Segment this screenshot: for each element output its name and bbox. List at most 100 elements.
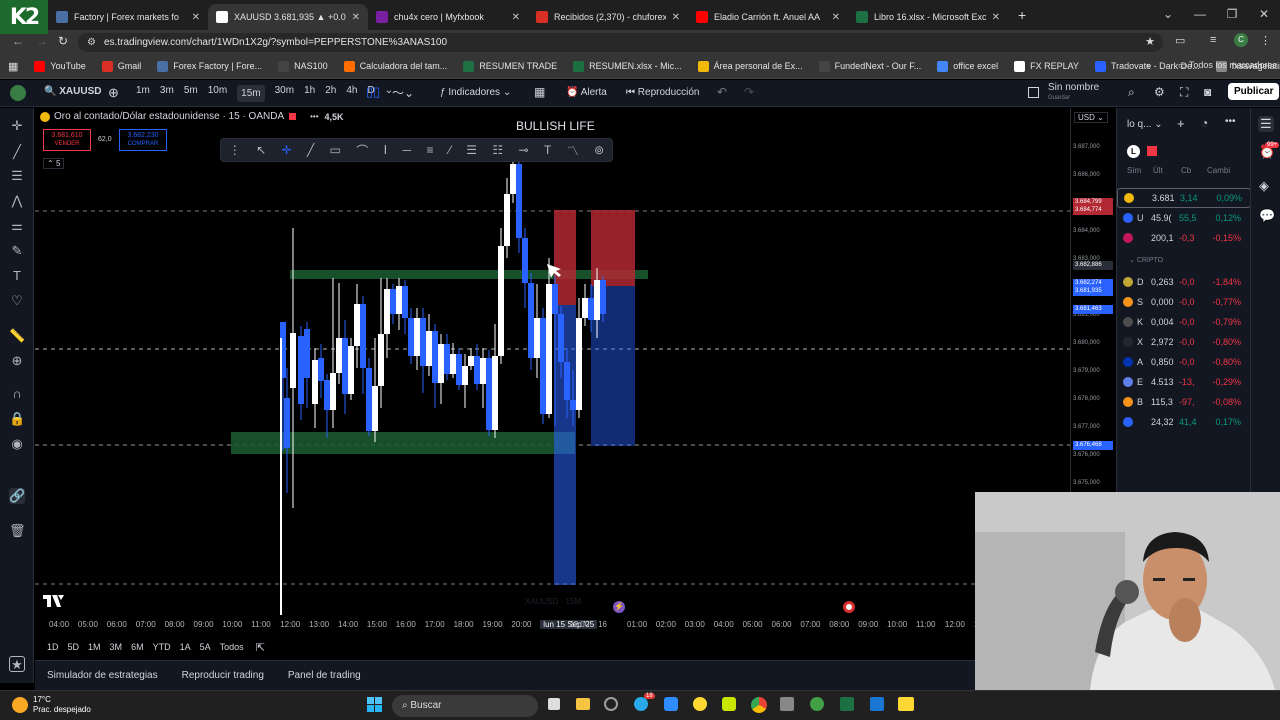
watchlist-column-header[interactable]: Cambi: [1203, 166, 1243, 175]
app-icon-folder[interactable]: [898, 697, 914, 711]
chrome-icon[interactable]: [751, 697, 767, 713]
line-icon[interactable]: ╱: [307, 143, 314, 157]
range-6M[interactable]: 6M: [131, 642, 144, 652]
browser-tab[interactable]: Factory | Forex markets fo ✕: [48, 4, 208, 30]
range-1D[interactable]: 1D: [47, 642, 59, 652]
legend-more-icon[interactable]: •••: [310, 112, 318, 121]
tab-close-icon[interactable]: ✕: [832, 12, 840, 23]
pattern-icon[interactable]: ⋀: [9, 193, 25, 209]
watchlist-row[interactable]: 3.681 3,14 0,09%: [1117, 188, 1251, 208]
browser-tab[interactable]: Eladio Carrión ft. Anuel AA ✕: [688, 4, 848, 30]
compare-symbol-button[interactable]: ⊕: [108, 85, 119, 101]
quick-search-icon[interactable]: ⌕: [1128, 85, 1135, 100]
text-icon[interactable]: Ⅰ: [384, 143, 388, 157]
alert-button[interactable]: ⏰ Alerta: [566, 87, 607, 98]
chat-icon[interactable]: 💬: [1259, 208, 1275, 224]
watchlist-row[interactable]: 24,32 41,4 0,17%: [1117, 412, 1251, 432]
symbol-search[interactable]: 🔍 XAUUSD: [44, 86, 101, 97]
text-tool-icon[interactable]: T: [9, 268, 25, 284]
lock-icon[interactable]: 🔒: [9, 411, 25, 427]
browser-tab[interactable]: chu4x cero | Myfxbook ✕: [368, 4, 528, 30]
time-axis[interactable]: 04:00 05:00 06:00 07:00 08:00 09:00 10:00 11:00…: [35, 615, 983, 635]
site-info-icon[interactable]: ⚙: [87, 33, 96, 52]
watchlist-more-icon[interactable]: •••: [1225, 116, 1236, 127]
watchlist-row[interactable]: A 0,850 -0,0 -0,80%: [1117, 352, 1251, 372]
bookmark-item[interactable]: RESUMEN TRADE: [463, 60, 557, 72]
url-input[interactable]: ⚙ es.tradingview.com/chart/1WDn1X2g/?sym…: [78, 33, 1163, 52]
watchlist-row[interactable]: S 0,000 -0,0 -0,77%: [1117, 292, 1251, 312]
bookmark-item[interactable]: YouTube: [34, 60, 86, 72]
new-tab-button[interactable]: +: [1018, 7, 1026, 23]
eye-icon[interactable]: ◉: [9, 436, 25, 452]
interval-1m[interactable]: 1m: [136, 85, 150, 102]
menu-icon[interactable]: ⋮: [1260, 34, 1271, 47]
watchlist-row[interactable]: E 4.513 -13, -0,29%: [1117, 372, 1251, 392]
app-icon-yellow[interactable]: [693, 697, 707, 711]
brush-tool-icon[interactable]: ⁄: [449, 143, 451, 157]
task-view-icon[interactable]: [548, 698, 560, 710]
cast-icon[interactable]: ▭: [1175, 34, 1185, 47]
favorites-star-icon[interactable]: ★: [9, 656, 25, 672]
xbox-icon[interactable]: [810, 697, 824, 711]
redo-icon[interactable]: ↷: [744, 85, 754, 99]
bookmark-item[interactable]: office excel: [937, 60, 998, 72]
chevron-down-icon[interactable]: ⌄: [1152, 0, 1184, 30]
zoom-icon[interactable]: ⊕: [9, 353, 25, 369]
bookmark-item[interactable]: RESUMEN.xlsx - Mic...: [573, 60, 682, 72]
range-5D[interactable]: 5D: [68, 642, 80, 652]
brush-icon[interactable]: ✎: [9, 243, 25, 259]
rectangle-icon[interactable]: ▭: [330, 143, 341, 157]
watchlist-row[interactable]: 200,1 -0,3 -0,15%: [1117, 228, 1251, 248]
tab-close-icon[interactable]: ✕: [192, 12, 200, 23]
chart-type-icon[interactable]: 〜⌄: [392, 84, 414, 101]
watchlist-column-header[interactable]: Últ: [1149, 166, 1177, 175]
replay-button[interactable]: ⏮ Reproducción: [626, 87, 700, 98]
bookmark-item[interactable]: Gmail: [101, 60, 141, 72]
interval-30m[interactable]: 30m: [275, 85, 294, 102]
watchlist-column-header[interactable]: Sím: [1117, 166, 1149, 175]
bookmark-star-icon[interactable]: ★: [1145, 33, 1155, 52]
browser-tab[interactable]: XAUUSD 3.681,935 ▲ +0.09% S ✕: [208, 4, 368, 30]
taskbar-search-input[interactable]: ⌕ Buscar: [392, 695, 538, 717]
bookmark-item[interactable]: FundedNext - Our F...: [818, 60, 921, 72]
short-position-stop-zone[interactable]: [591, 210, 635, 286]
goto-date-icon[interactable]: ⇱: [256, 641, 265, 654]
browser-tab[interactable]: Libro 16.xlsx - Microsoft Excel O ✕: [848, 4, 1008, 30]
section-header[interactable]: ⌄ CRIPTO: [1129, 256, 1163, 264]
watchlist-row[interactable]: U 45.9(55,5 0,12%: [1117, 208, 1251, 228]
watchlist-row[interactable]: D 0,263 -0,0 -1,84%: [1117, 272, 1251, 292]
drag-handle-icon[interactable]: ⋮: [229, 143, 241, 157]
interval-10m[interactable]: 10m: [208, 85, 227, 102]
sell-button[interactable]: 3.681,610 VENDER: [43, 129, 91, 151]
interval-3m[interactable]: 3m: [160, 85, 174, 102]
range-5A[interactable]: 5A: [200, 642, 211, 652]
bottom-tab[interactable]: Panel de trading: [288, 670, 361, 681]
interval-2h[interactable]: 2h: [325, 85, 336, 102]
weather-icon[interactable]: [12, 697, 28, 713]
range-1A[interactable]: 1A: [180, 642, 191, 652]
currency-selector[interactable]: USD ⌄: [1074, 112, 1108, 123]
buy-button[interactable]: 3.682,230 COMPRAR: [119, 129, 167, 151]
watchlist-row[interactable]: X 2,972 -0,0 -0,80%: [1117, 332, 1251, 352]
watchlist-settings-icon[interactable]: ◔: [1201, 116, 1208, 130]
candlestick-chart[interactable]: [35, 108, 1070, 615]
zoom-app-icon[interactable]: [664, 697, 678, 711]
snapshot-icon[interactable]: ◙: [1204, 85, 1211, 99]
collapse-legend-button[interactable]: ⌃ 5: [43, 158, 65, 169]
exness-icon[interactable]: [722, 697, 736, 711]
trash-icon[interactable]: 🗑: [9, 523, 26, 539]
interval-15m[interactable]: 15m: [237, 85, 265, 102]
bottom-tab[interactable]: Simulador de estrategias: [47, 670, 158, 681]
apps-grid-icon[interactable]: ▦: [8, 60, 18, 73]
maximize-button[interactable]: ❐: [1216, 0, 1248, 30]
user-avatar[interactable]: [10, 85, 26, 101]
wave-icon[interactable]: 〽: [567, 142, 579, 159]
profile-avatar[interactable]: C: [1234, 33, 1248, 47]
add-symbol-icon[interactable]: +: [1177, 116, 1185, 131]
tab-close-icon[interactable]: ✕: [352, 12, 360, 23]
layout-name[interactable]: Sin nombre Guardar: [1048, 83, 1099, 103]
ruler-icon[interactable]: 📏: [9, 328, 25, 344]
layout-templates-icon[interactable]: ▦: [534, 85, 545, 99]
event-lightning-icon[interactable]: ⚡: [613, 601, 625, 613]
undo-icon[interactable]: ↶: [717, 85, 727, 99]
